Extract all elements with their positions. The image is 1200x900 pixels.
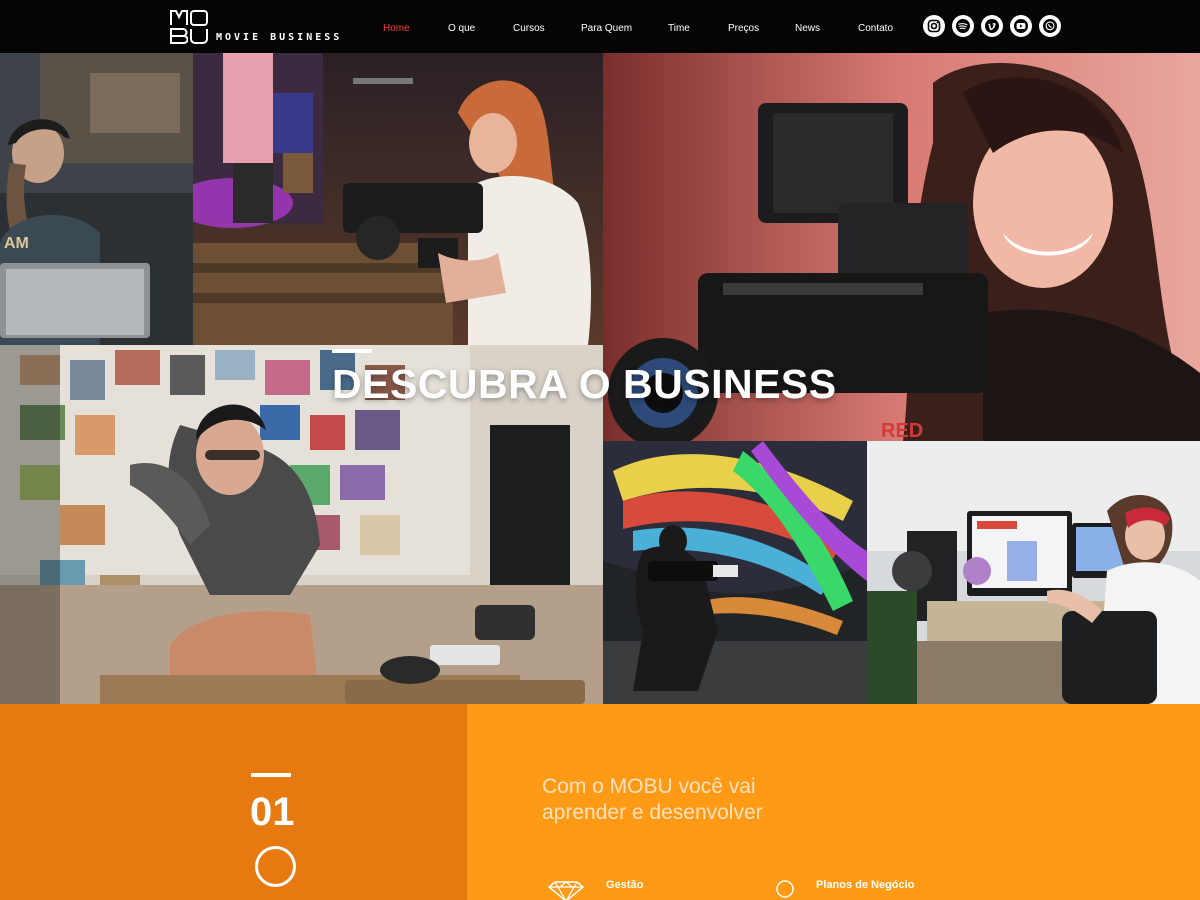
social-links xyxy=(923,15,1061,37)
logo-mark xyxy=(170,10,208,44)
photo-woman-camera-stage xyxy=(193,53,603,345)
spotify-icon[interactable] xyxy=(952,15,974,37)
section-number: 01 xyxy=(250,790,295,834)
logo-letter-u xyxy=(190,28,208,44)
photo-graffiti-photographer xyxy=(603,441,867,704)
photo-woman-video-call xyxy=(867,441,1200,704)
diamond-icon xyxy=(543,881,589,900)
logo[interactable]: MOVIE BUSINESS xyxy=(170,10,342,44)
nav-item-news[interactable]: News xyxy=(795,23,820,34)
section-number-panel: 01 xyxy=(0,704,467,900)
feature-label: Gestão xyxy=(606,879,644,891)
instagram-icon[interactable] xyxy=(923,15,945,37)
logo-letter-b xyxy=(170,28,188,44)
hero-title-accent xyxy=(332,349,372,353)
section-content-panel: Com o MOBU você vai aprender e desenvolv… xyxy=(467,704,1200,900)
nav-item-para-quem[interactable]: Para Quem xyxy=(581,23,632,34)
photo-man-laptop: AM xyxy=(0,53,193,345)
hero-title: DESCUBRA O BUSINESS xyxy=(332,361,837,407)
feature-gestao: Gestão xyxy=(543,879,643,900)
brand-name: MOVIE BUSINESS xyxy=(216,32,343,43)
svg-text:RED: RED xyxy=(881,420,923,441)
nav-item-precos[interactable]: Preços xyxy=(728,23,759,34)
nav-item-time[interactable]: Time xyxy=(668,23,690,34)
youtube-icon[interactable] xyxy=(1010,15,1032,37)
feature-label: Planos de Negócio xyxy=(816,879,915,891)
whatsapp-icon[interactable] xyxy=(1039,15,1061,37)
page: MOVIE BUSINESS Home O que Cursos Para Qu… xyxy=(0,0,1200,900)
site-header: MOVIE BUSINESS Home O que Cursos Para Qu… xyxy=(0,0,1200,53)
section-tagline: Com o MOBU você vai aprender e desenvolv… xyxy=(542,774,842,826)
nav-item-home[interactable]: Home xyxy=(383,23,410,34)
features-section: 01 Com o MOBU você vai aprender e desenv… xyxy=(0,704,1200,900)
nav-item-contato[interactable]: Contato xyxy=(858,23,893,34)
circle-icon xyxy=(776,880,794,900)
nav-item-o-que[interactable]: O que xyxy=(448,23,475,34)
svg-text:AM: AM xyxy=(4,235,29,252)
vimeo-icon[interactable] xyxy=(981,15,1003,37)
feature-planos-de-negocio: Planos de Negócio xyxy=(776,879,914,900)
hero-slider[interactable]: AM RED DESCUBRA O BUSINESS xyxy=(0,53,1200,704)
tagline-line-1: Com o MOBU você vai xyxy=(542,775,756,798)
number-accent xyxy=(251,773,291,777)
nav-item-cursos[interactable]: Cursos xyxy=(513,23,545,34)
circle-icon xyxy=(255,846,296,887)
tagline-line-2: aprender e desenvolver xyxy=(542,801,763,824)
logo-letter-m xyxy=(170,10,188,26)
logo-letter-o xyxy=(190,10,208,26)
